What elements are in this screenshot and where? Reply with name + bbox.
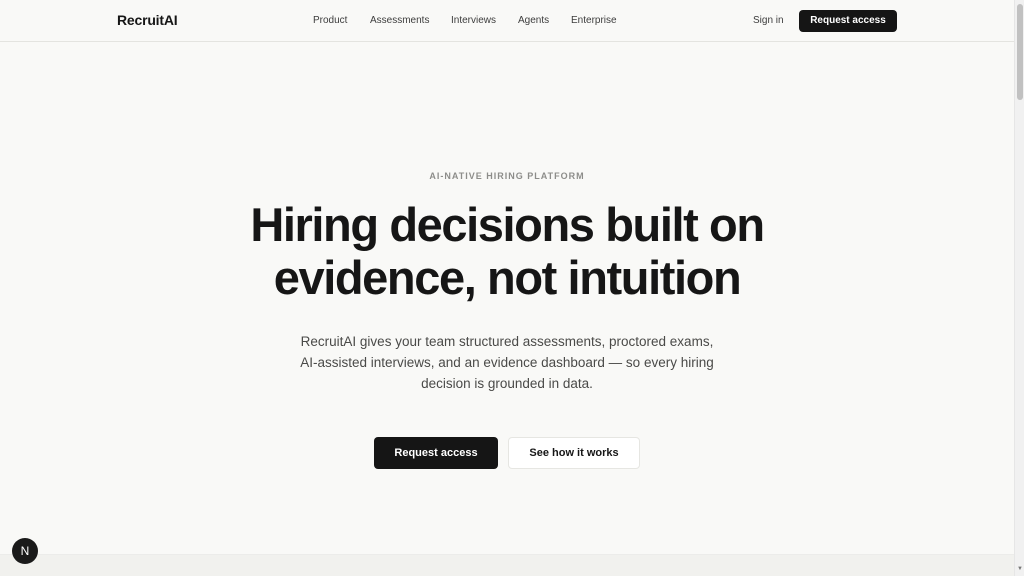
- brand-logo[interactable]: RecruitAI: [117, 12, 178, 28]
- request-access-button[interactable]: Request access: [374, 437, 498, 469]
- landing-page: RecruitAI Product Assessments Interviews…: [0, 0, 1024, 576]
- nav-link-agents[interactable]: Agents: [518, 15, 549, 26]
- page-scrollbar[interactable]: ▼: [1014, 0, 1024, 576]
- hero-headline: Hiring decisions built on evidence, not …: [0, 198, 1014, 304]
- top-navbar: RecruitAI Product Assessments Interviews…: [0, 0, 1014, 42]
- nav-link-enterprise[interactable]: Enterprise: [571, 15, 617, 26]
- nav-link-product[interactable]: Product: [313, 15, 347, 26]
- hero-headline-line-2: evidence, not intuition: [273, 251, 742, 304]
- hero-subtext: RecruitAI gives your team structured ass…: [300, 334, 714, 391]
- hero-cta-row: Request access See how it works: [0, 437, 1014, 469]
- request-access-button-header[interactable]: Request access: [799, 10, 897, 32]
- see-how-it-works-button[interactable]: See how it works: [508, 437, 640, 469]
- n-logo-icon[interactable]: N: [12, 538, 38, 564]
- next-section-edge: [0, 554, 1014, 576]
- scroll-down-arrow-icon[interactable]: ▼: [1016, 566, 1024, 574]
- nav-link-assessments[interactable]: Assessments: [370, 15, 429, 26]
- sign-in-link[interactable]: Sign in: [753, 15, 784, 26]
- nav-link-interviews[interactable]: Interviews: [451, 15, 496, 26]
- scrollbar-thumb[interactable]: [1017, 4, 1023, 100]
- hero-headline-line-1: Hiring decisions built on: [250, 198, 765, 251]
- hero-eyebrow: AI-NATIVE HIRING PLATFORM: [429, 171, 585, 181]
